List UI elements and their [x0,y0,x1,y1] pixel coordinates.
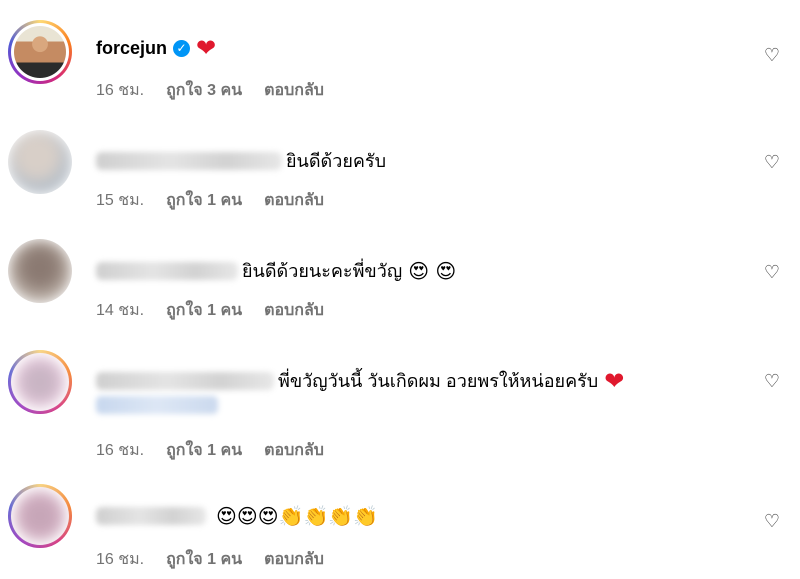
emoji: 😍 😍 [408,258,457,283]
comment-likes[interactable]: ถูกใจ 3 คน [166,78,242,103]
reply-button[interactable]: ตอบกลับ [264,438,324,463]
avatar[interactable] [8,130,72,194]
comment-time[interactable]: 15 ชม. [96,188,144,213]
reply-button[interactable]: ตอบกลับ [264,298,324,323]
like-button[interactable]: ♡ [762,151,782,173]
reply-button[interactable]: ตอบกลับ [264,547,324,572]
comment-time[interactable]: 16 ชม. [96,78,144,103]
avatar[interactable] [8,239,72,303]
avatar[interactable] [8,20,72,84]
comment-item: forcejun ✓ ❤ 16 ชม. ถูกใจ 3 คน ตอบกลับ ♡ [0,0,800,110]
comment-item: ยินดีด้วยครับ 15 ชม. ถูกใจ 1 คน ตอบกลับ … [0,110,800,225]
comment-item: พี่ขวัญวันนี้ วันเกิดผม อวยพรให้หน่อยครั… [0,340,800,470]
avatar[interactable] [8,484,72,548]
heart-outline-icon: ♡ [763,370,781,392]
emoji: 😍😍😍👏👏👏👏 [216,504,379,528]
comment-likes[interactable]: ถูกใจ 1 คน [166,298,242,323]
comment-time[interactable]: 14 ชม. [96,298,144,323]
comment-username[interactable] [96,261,238,280]
avatar[interactable] [8,350,72,414]
comment-username[interactable] [96,151,282,170]
comment-likes[interactable]: ถูกใจ 1 คน [166,188,242,213]
like-button[interactable]: ♡ [762,44,782,66]
comment-text: ❤ [196,34,217,62]
like-button[interactable]: ♡ [762,370,782,392]
heart-outline-icon: ♡ [763,261,781,283]
comment-likes[interactable]: ถูกใจ 1 คน [166,547,242,572]
comment-time[interactable]: 16 ชม. [96,547,144,572]
comment-username[interactable] [96,371,274,390]
comment-time[interactable]: 16 ชม. [96,438,144,463]
reply-button[interactable]: ตอบกลับ [264,188,324,213]
reply-button[interactable]: ตอบกลับ [264,78,324,103]
comment-likes[interactable]: ถูกใจ 1 คน [166,438,242,463]
comment-text: ยินดีด้วยครับ [286,151,387,171]
mention-link[interactable] [96,396,218,414]
verified-badge-icon: ✓ [173,39,191,57]
comment-item: 😍😍😍👏👏👏👏 16 ชม. ถูกใจ 1 คน ตอบกลับ ♡ [0,470,800,579]
emoji: ❤ [604,366,625,395]
comment-text: ยินดีด้วยนะคะพี่ขวัญ [242,261,403,281]
like-button[interactable]: ♡ [762,510,782,532]
comment-item: ยินดีด้วยนะคะพี่ขวัญ 😍 😍 14 ชม. ถูกใจ 1 … [0,225,800,340]
comment-username[interactable] [96,507,206,525]
heart-outline-icon: ♡ [763,510,781,532]
heart-outline-icon: ♡ [763,151,781,173]
comment-text: พี่ขวัญวันนี้ วันเกิดผม อวยพรให้หน่อยครั… [278,371,599,391]
heart-outline-icon: ♡ [763,44,781,66]
like-button[interactable]: ♡ [762,261,782,283]
comment-username[interactable]: forcejun [96,38,167,59]
